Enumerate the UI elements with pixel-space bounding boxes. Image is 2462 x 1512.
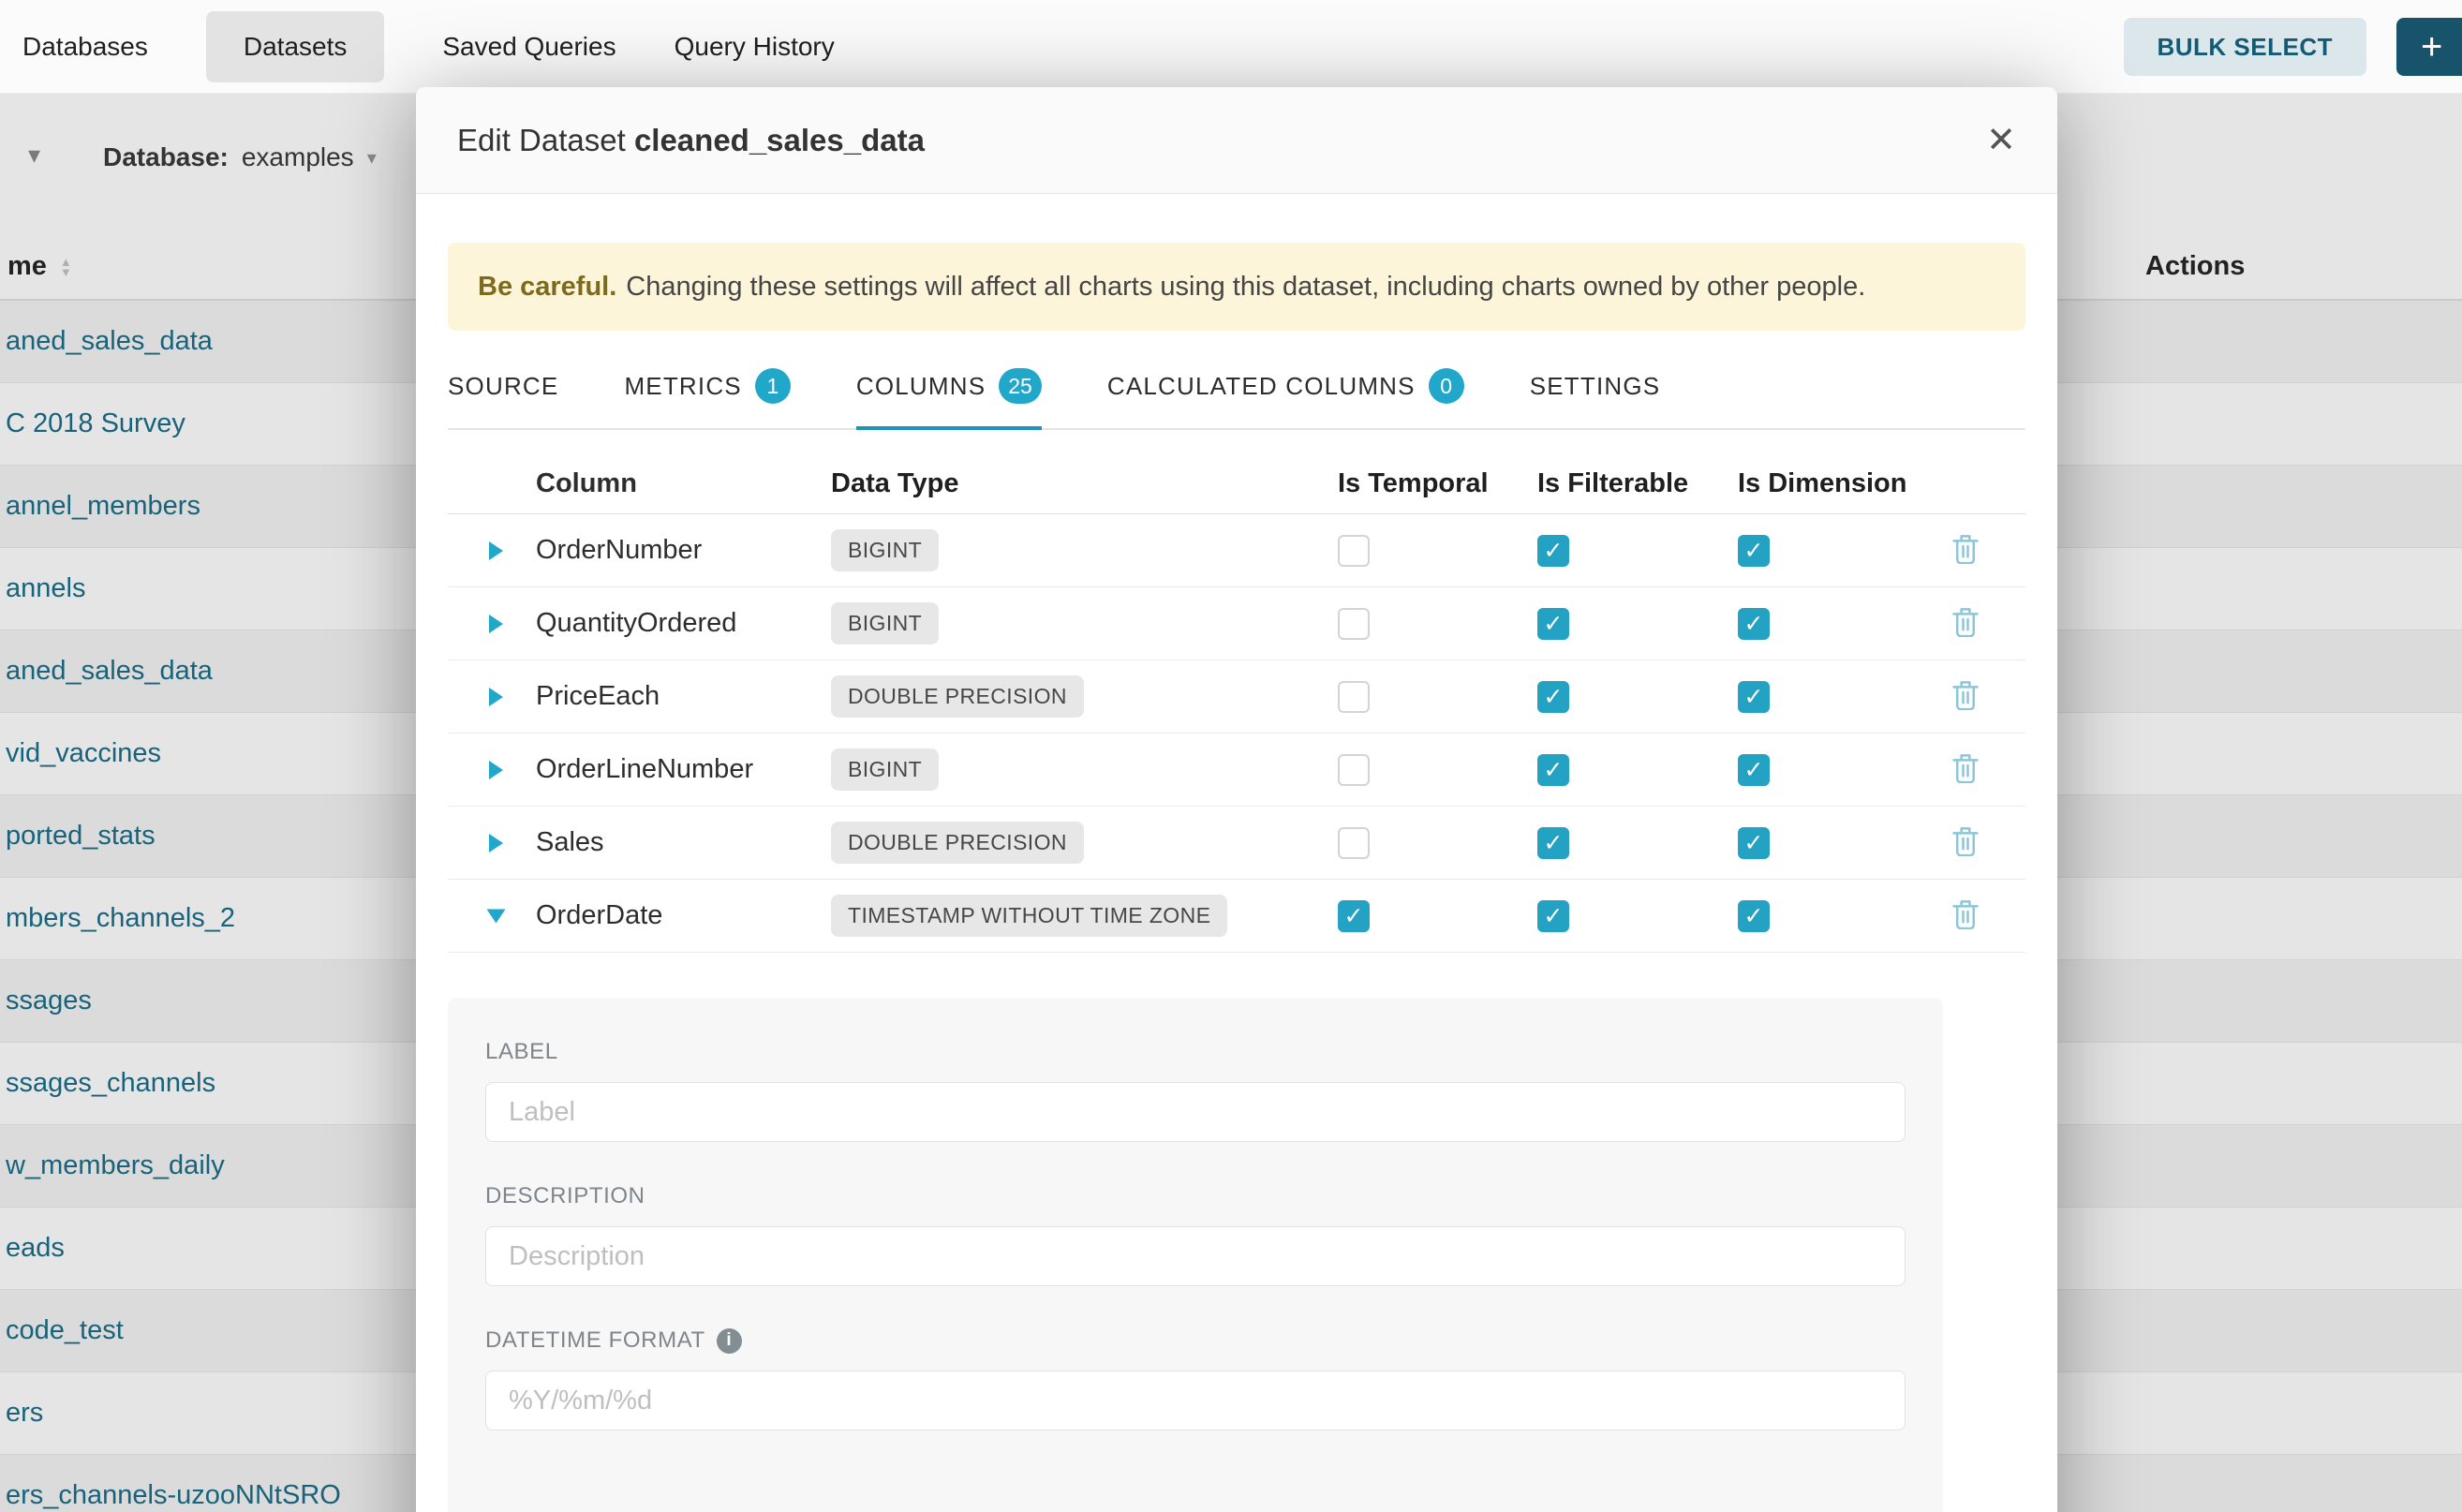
columns-table: Column Data Type Is Temporal Is Filterab… xyxy=(448,454,2025,953)
datetime-format-input[interactable] xyxy=(485,1371,1906,1430)
trash-icon[interactable] xyxy=(1951,533,1980,569)
warning-bold: Be careful. xyxy=(478,272,616,303)
is-dimension-checkbox[interactable]: ✓ xyxy=(1738,535,1770,567)
is-temporal-checkbox[interactable]: ✓ xyxy=(1338,608,1370,640)
expand-caret-icon[interactable] xyxy=(489,615,503,633)
is-temporal-checkbox[interactable]: ✓ xyxy=(1338,827,1370,859)
header-data-type: Data Type xyxy=(831,468,1338,499)
modal-tabs: SOURCE METRICS 1 COLUMNS 25 CALCULATED C… xyxy=(448,368,2025,430)
nav-item-saved-queries[interactable]: Saved Queries xyxy=(442,32,616,62)
column-name: Sales xyxy=(536,827,831,858)
expand-caret-icon[interactable] xyxy=(489,541,503,560)
metrics-count-badge: 1 xyxy=(755,368,791,404)
is-filterable-checkbox[interactable]: ✓ xyxy=(1537,754,1569,786)
is-temporal-checkbox[interactable]: ✓ xyxy=(1338,754,1370,786)
datetime-format-field-label: DATETIME FORMAT i xyxy=(485,1327,1906,1354)
header-is-filterable: Is Filterable xyxy=(1537,468,1738,499)
expand-caret-icon[interactable] xyxy=(489,688,503,706)
header-is-temporal: Is Temporal xyxy=(1338,468,1537,499)
label-field: LABEL xyxy=(485,1039,1906,1142)
is-temporal-checkbox[interactable]: ✓ xyxy=(1338,681,1370,713)
datetime-format-field: DATETIME FORMAT i xyxy=(485,1327,1906,1430)
column-row-expanded: OrderDate TIMESTAMP WITHOUT TIME ZONE ✓ … xyxy=(448,880,2025,953)
add-dataset-button[interactable]: + xyxy=(2396,18,2462,76)
column-name: OrderDate xyxy=(536,900,831,931)
calculated-columns-count-badge: 0 xyxy=(1429,368,1464,404)
data-type-pill: TIMESTAMP WITHOUT TIME ZONE xyxy=(831,895,1227,937)
columns-count-badge: 25 xyxy=(999,368,1042,404)
warning-banner: Be careful. Changing these settings will… xyxy=(448,243,2025,331)
header-is-dimension: Is Dimension xyxy=(1738,468,1951,499)
trash-icon[interactable] xyxy=(1951,898,1980,934)
trash-icon[interactable] xyxy=(1951,752,1980,788)
label-field-label: LABEL xyxy=(485,1039,1906,1065)
description-field: DESCRIPTION xyxy=(485,1183,1906,1286)
data-type-pill: DOUBLE PRECISION xyxy=(831,675,1084,718)
edit-dataset-modal: Edit Dataset cleaned_sales_data ✕ Be car… xyxy=(416,87,2057,1512)
column-row: OrderNumber BIGINT ✓ ✓ ✓ xyxy=(448,514,2025,587)
is-filterable-checkbox[interactable]: ✓ xyxy=(1537,535,1569,567)
trash-icon[interactable] xyxy=(1951,825,1980,861)
info-icon[interactable]: i xyxy=(717,1328,742,1354)
bulk-select-button[interactable]: BULK SELECT xyxy=(2124,18,2367,76)
is-dimension-checkbox[interactable]: ✓ xyxy=(1738,827,1770,859)
column-name: OrderNumber xyxy=(536,535,831,566)
is-filterable-checkbox[interactable]: ✓ xyxy=(1537,900,1569,932)
column-detail-panel: LABEL DESCRIPTION DATETIME FORMAT i xyxy=(448,998,1943,1512)
nav-item-query-history[interactable]: Query History xyxy=(675,32,835,62)
plus-icon: + xyxy=(2421,26,2442,68)
nav-item-databases[interactable]: Databases xyxy=(22,32,148,62)
tab-settings[interactable]: SETTINGS xyxy=(1530,368,1661,428)
collapse-caret-icon[interactable] xyxy=(487,909,506,923)
modal-header: Edit Dataset cleaned_sales_data ✕ xyxy=(416,87,2057,194)
description-field-label: DESCRIPTION xyxy=(485,1183,1906,1209)
column-name: QuantityOrdered xyxy=(536,608,831,639)
close-icon[interactable]: ✕ xyxy=(1986,123,2016,158)
is-dimension-checkbox[interactable]: ✓ xyxy=(1738,754,1770,786)
screen: Databases Datasets Saved Queries Query H… xyxy=(0,0,2462,1512)
is-dimension-checkbox[interactable]: ✓ xyxy=(1738,681,1770,713)
dataset-name: cleaned_sales_data xyxy=(634,123,925,157)
is-dimension-checkbox[interactable]: ✓ xyxy=(1738,608,1770,640)
column-row: OrderLineNumber BIGINT ✓ ✓ ✓ xyxy=(448,734,2025,807)
data-type-pill: BIGINT xyxy=(831,529,939,571)
column-row: PriceEach DOUBLE PRECISION ✓ ✓ ✓ xyxy=(448,660,2025,734)
tab-calculated-columns[interactable]: CALCULATED COLUMNS 0 xyxy=(1107,368,1464,428)
trash-icon[interactable] xyxy=(1951,679,1980,715)
is-dimension-checkbox[interactable]: ✓ xyxy=(1738,900,1770,932)
data-type-pill: DOUBLE PRECISION xyxy=(831,822,1084,864)
is-temporal-checkbox[interactable]: ✓ xyxy=(1338,535,1370,567)
expand-caret-icon[interactable] xyxy=(489,834,503,852)
column-row: QuantityOrdered BIGINT ✓ ✓ ✓ xyxy=(448,587,2025,660)
column-row: Sales DOUBLE PRECISION ✓ ✓ ✓ xyxy=(448,807,2025,880)
is-filterable-checkbox[interactable]: ✓ xyxy=(1537,827,1569,859)
header-column: Column xyxy=(536,468,831,499)
label-input[interactable] xyxy=(485,1082,1906,1142)
data-type-pill: BIGINT xyxy=(831,602,939,645)
column-name: PriceEach xyxy=(536,681,831,712)
tab-metrics[interactable]: METRICS 1 xyxy=(624,368,790,428)
tab-columns[interactable]: COLUMNS 25 xyxy=(856,368,1042,428)
trash-icon[interactable] xyxy=(1951,606,1980,642)
description-input[interactable] xyxy=(485,1226,1906,1286)
nav-tabs: Databases Datasets Saved Queries Query H… xyxy=(22,11,835,82)
expand-caret-icon[interactable] xyxy=(489,761,503,779)
top-nav: Databases Datasets Saved Queries Query H… xyxy=(0,0,2462,94)
modal-title: Edit Dataset cleaned_sales_data xyxy=(457,123,925,158)
is-filterable-checkbox[interactable]: ✓ xyxy=(1537,608,1569,640)
columns-table-header: Column Data Type Is Temporal Is Filterab… xyxy=(448,454,2025,514)
data-type-pill: BIGINT xyxy=(831,749,939,791)
column-name: OrderLineNumber xyxy=(536,754,831,785)
warning-text: Changing these settings will affect all … xyxy=(626,272,1865,303)
is-temporal-checkbox[interactable]: ✓ xyxy=(1338,900,1370,932)
is-filterable-checkbox[interactable]: ✓ xyxy=(1537,681,1569,713)
tab-source[interactable]: SOURCE xyxy=(448,368,558,428)
nav-item-datasets[interactable]: Datasets xyxy=(206,11,385,82)
modal-body: Be careful. Changing these settings will… xyxy=(416,194,2057,1512)
